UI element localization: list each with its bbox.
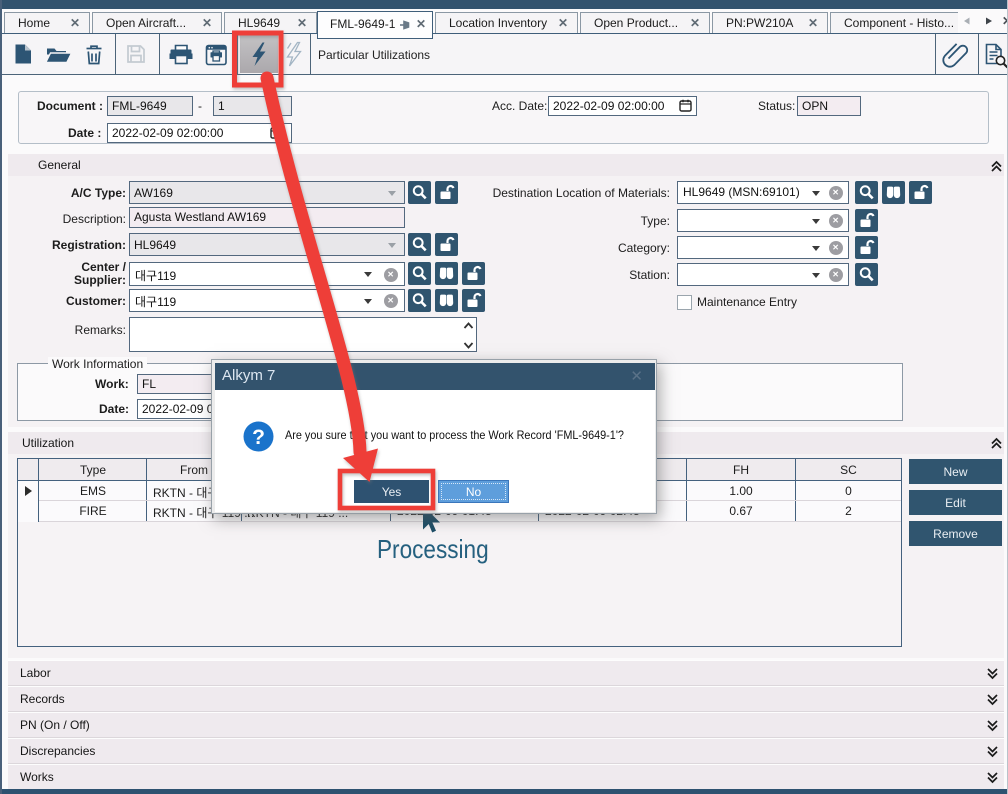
svg-text:?: ? xyxy=(252,426,265,449)
